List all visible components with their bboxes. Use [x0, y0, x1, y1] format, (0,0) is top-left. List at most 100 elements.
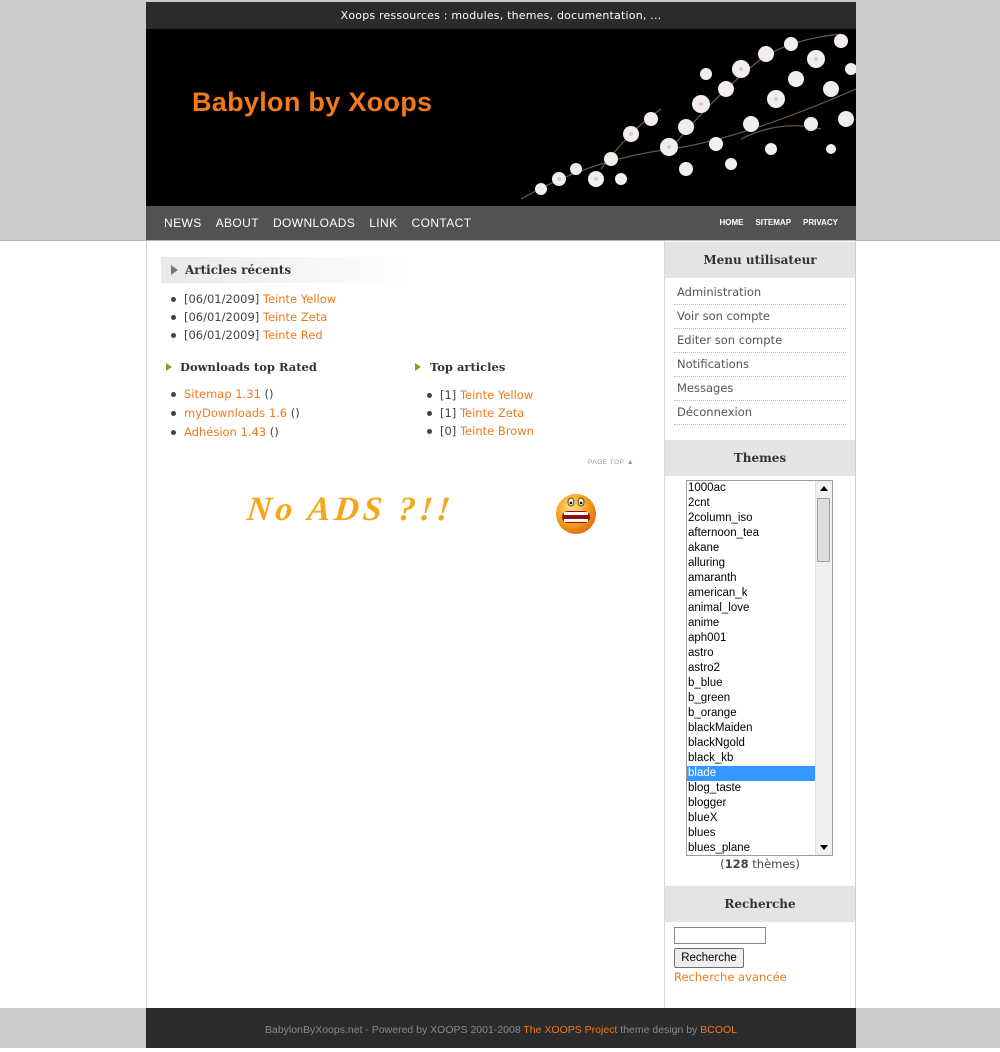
- triangle-right-icon: [166, 363, 172, 371]
- main-navigation: NEWS ABOUT DOWNLOADS LINK CONTACT HOME S…: [146, 206, 856, 240]
- theme-option[interactable]: amaranth: [687, 571, 815, 586]
- theme-option[interactable]: astro2: [687, 661, 815, 676]
- download-link[interactable]: Adhésion 1.43: [184, 425, 266, 439]
- menu-item-label[interactable]: Editer son compte: [677, 333, 782, 347]
- list-item: [06/01/2009] Teinte Yellow: [161, 290, 336, 308]
- nav-primary: NEWS ABOUT DOWNLOADS LINK CONTACT: [164, 206, 471, 240]
- nav-privacy[interactable]: PRIVACY: [803, 218, 838, 227]
- list-item: [1] Teinte Zeta: [417, 404, 534, 422]
- menu-item-label[interactable]: Messages: [677, 381, 733, 395]
- list-item: Adhésion 1.43 (): [161, 423, 300, 442]
- article-count: [0]: [440, 424, 457, 438]
- main-content: Articles récents [06/01/2009] Teinte Yel…: [146, 241, 665, 1008]
- article-date: [06/01/2009]: [184, 328, 260, 342]
- theme-option[interactable]: blues: [687, 826, 815, 841]
- search-input[interactable]: [674, 927, 766, 944]
- theme-option[interactable]: 2column_iso: [687, 511, 815, 526]
- menu-item-administration[interactable]: Administration: [674, 281, 846, 305]
- count-value: 128: [724, 857, 749, 871]
- chevron-up-icon: ▲: [626, 459, 635, 466]
- theme-option[interactable]: 2cnt: [687, 496, 815, 511]
- download-link[interactable]: myDownloads 1.6: [184, 406, 287, 420]
- scroll-down-arrow-icon[interactable]: [820, 845, 828, 850]
- list-item: [1] Teinte Yellow: [417, 386, 534, 404]
- list-item: [06/01/2009] Teinte Red: [161, 326, 336, 344]
- nav-sitemap[interactable]: SITEMAP: [755, 218, 791, 227]
- theme-option[interactable]: animal_love: [687, 601, 815, 616]
- theme-option[interactable]: astro: [687, 646, 815, 661]
- search-title: Recherche: [665, 886, 855, 922]
- recent-articles-list: [06/01/2009] Teinte Yellow [06/01/2009] …: [161, 290, 336, 344]
- theme-option[interactable]: anime: [687, 616, 815, 631]
- theme-option[interactable]: akane: [687, 541, 815, 556]
- article-link[interactable]: Teinte Zeta: [263, 310, 327, 324]
- top-articles-list: [1] Teinte Yellow [1] Teinte Zeta [0] Te…: [417, 386, 534, 440]
- menu-item-label[interactable]: Déconnexion: [677, 405, 752, 419]
- user-menu-title: Menu utilisateur: [665, 242, 855, 278]
- menu-item-view-account[interactable]: Voir son compte: [674, 305, 846, 329]
- article-link[interactable]: Teinte Yellow: [460, 388, 533, 402]
- theme-option[interactable]: b_orange: [687, 706, 815, 721]
- theme-option[interactable]: blues_plane: [687, 841, 815, 855]
- theme-option[interactable]: blog_taste: [687, 781, 815, 796]
- advanced-search-link[interactable]: Recherche avancée: [674, 970, 787, 984]
- menu-item-label[interactable]: Notifications: [677, 357, 749, 371]
- theme-options: 1000ac 2cnt 2column_iso afternoon_tea akane a…: [687, 481, 815, 855]
- page-top-label: PAGE TOP: [588, 459, 625, 466]
- theme-option[interactable]: black_kb: [687, 751, 815, 766]
- theme-select-listbox[interactable]: 1000ac 2cnt 2column_iso afternoon_tea akane a…: [686, 480, 833, 856]
- theme-option[interactable]: blackNgold: [687, 736, 815, 751]
- nav-link[interactable]: LINK: [369, 216, 397, 230]
- header-banner: Babylon by Xoops: [146, 29, 856, 206]
- theme-option[interactable]: aph001: [687, 631, 815, 646]
- page-top-link[interactable]: PAGE TOP ▲: [588, 459, 634, 466]
- list-item: myDownloads 1.6 (): [161, 404, 300, 423]
- nav-about[interactable]: ABOUT: [216, 216, 259, 230]
- nav-home[interactable]: HOME: [719, 218, 743, 227]
- menu-item-label[interactable]: Administration: [677, 285, 761, 299]
- site-title[interactable]: Babylon by Xoops: [192, 87, 432, 118]
- nav-contact[interactable]: CONTACT: [412, 216, 472, 230]
- page-container: Xoops ressources : modules, themes, docu…: [146, 0, 856, 1048]
- theme-option[interactable]: 1000ac: [687, 481, 815, 496]
- theme-option[interactable]: b_blue: [687, 676, 815, 691]
- nav-news[interactable]: NEWS: [164, 216, 202, 230]
- menu-item-logout[interactable]: Déconnexion: [674, 401, 846, 425]
- recent-articles-heading: Articles récents: [185, 263, 292, 277]
- top-articles-title: Top articles: [430, 360, 506, 374]
- bcool-link[interactable]: BCOOL: [700, 1024, 737, 1036]
- list-item: [06/01/2009] Teinte Zeta: [161, 308, 336, 326]
- article-link[interactable]: Teinte Yellow: [263, 292, 336, 306]
- menu-item-edit-account[interactable]: Editer son compte: [674, 329, 846, 353]
- no-ads-banner: No ADS ?!!: [245, 491, 456, 528]
- theme-option[interactable]: afternoon_tea: [687, 526, 815, 541]
- scroll-thumb[interactable]: [817, 498, 830, 562]
- theme-option[interactable]: alluring: [687, 556, 815, 571]
- theme-option[interactable]: blade: [687, 766, 815, 781]
- xoops-project-link[interactable]: The XOOPS Project: [523, 1024, 617, 1036]
- article-link[interactable]: Teinte Red: [263, 328, 323, 342]
- footer: BabylonByXoops.net - Powered by XOOPS 20…: [146, 1008, 856, 1048]
- download-suffix: (): [290, 406, 300, 420]
- list-item: [0] Teinte Brown: [417, 422, 534, 440]
- theme-option[interactable]: american_k: [687, 586, 815, 601]
- article-link[interactable]: Teinte Zeta: [460, 406, 524, 420]
- theme-list-scrollbar[interactable]: [815, 481, 832, 855]
- article-link[interactable]: Teinte Brown: [460, 424, 534, 438]
- theme-option[interactable]: b_green: [687, 691, 815, 706]
- footer-text: BabylonByXoops.net - Powered by XOOPS 20…: [265, 1024, 524, 1036]
- count-suffix: thèmes): [748, 857, 800, 871]
- search-button[interactable]: Recherche: [674, 948, 744, 968]
- recent-articles-title: Articles récents: [161, 257, 406, 283]
- menu-item-messages[interactable]: Messages: [674, 377, 846, 401]
- download-link[interactable]: Sitemap 1.31: [184, 387, 261, 401]
- theme-option[interactable]: blueX: [687, 811, 815, 826]
- user-menu-list: Administration Voir son compte Editer so…: [674, 281, 846, 425]
- downloads-top-list: Sitemap 1.31 () myDownloads 1.6 () Adhés…: [161, 385, 300, 445]
- nav-downloads[interactable]: DOWNLOADS: [273, 216, 355, 230]
- theme-option[interactable]: blogger: [687, 796, 815, 811]
- menu-item-notifications[interactable]: Notifications: [674, 353, 846, 377]
- menu-item-label[interactable]: Voir son compte: [677, 309, 770, 323]
- scroll-up-arrow-icon[interactable]: [820, 486, 828, 491]
- theme-option[interactable]: blackMaiden: [687, 721, 815, 736]
